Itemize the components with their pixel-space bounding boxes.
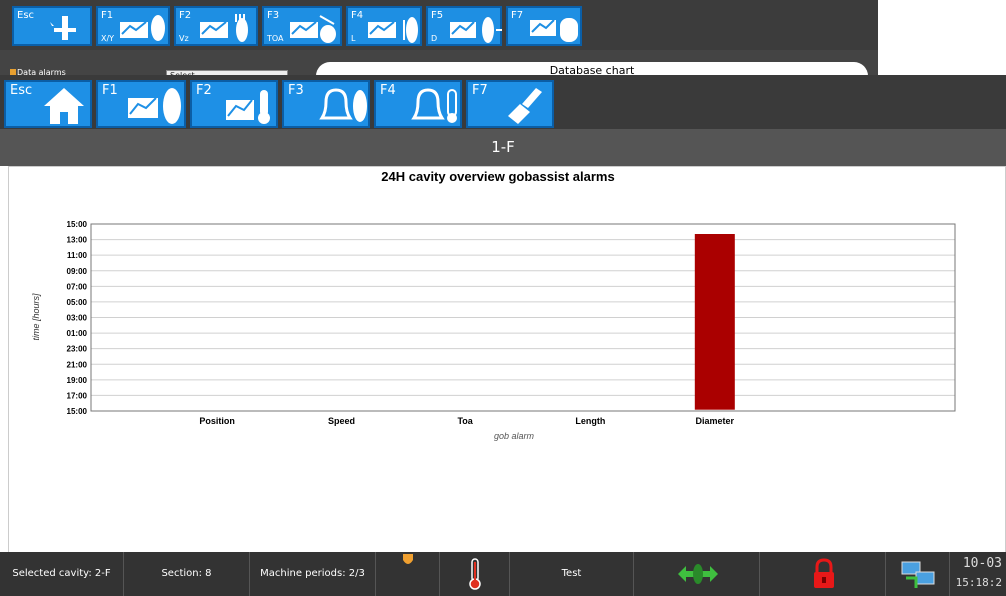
esc-key-label: Esc xyxy=(10,83,33,98)
x-tick-label: Diameter xyxy=(696,416,735,426)
x-axis-label: gob alarm xyxy=(494,431,535,441)
back-f3-label: F3 xyxy=(267,10,280,21)
y-tick-label: 17:00 xyxy=(67,391,88,400)
y-tick-label: 01:00 xyxy=(67,329,88,338)
x-tick-label: Speed xyxy=(328,416,355,426)
back-f2-label: F2 xyxy=(179,10,192,21)
x-tick-label: Length xyxy=(575,416,605,426)
f7-key-label: F7 xyxy=(472,83,488,98)
chart-panel: 24H cavity overview gobassist alarms 15:… xyxy=(8,166,1006,553)
f4-key-label: F4 xyxy=(380,83,396,98)
x-tick-label: Position xyxy=(199,416,235,426)
y-tick-label: 15:00 xyxy=(67,407,88,416)
y-tick-labels: 15:00 17:00 19:00 21:00 23:00 01:00 03:00 05:00… xyxy=(67,220,88,416)
y-tick-label: 19:00 xyxy=(67,376,88,385)
esc-button[interactable]: Esc xyxy=(4,80,92,128)
f7-button[interactable]: F7 xyxy=(466,80,554,128)
y-tick-label: 09:00 xyxy=(67,267,88,276)
back-f1-sub: X/Y xyxy=(101,34,115,43)
alarm-bar[interactable] xyxy=(694,234,735,410)
back-f4-sub: L xyxy=(351,34,356,43)
network-status-cell[interactable] xyxy=(886,552,950,596)
y-tick-label: 23:00 xyxy=(67,345,88,354)
f2-key-label: F2 xyxy=(196,83,212,98)
temperature-status-cell[interactable] xyxy=(440,552,510,596)
transfer-arrows-icon xyxy=(678,564,718,584)
chart-gob-speed-icon xyxy=(200,14,248,42)
alarm-chart: 24H cavity overview gobassist alarms 15:… xyxy=(31,169,956,441)
y-tick-label: 07:00 xyxy=(67,282,88,291)
gob-robot-icon xyxy=(50,16,76,40)
clock-date: 10-03 xyxy=(962,556,1002,571)
window-title: 1-F xyxy=(491,138,515,156)
back-f7-label: F7 xyxy=(511,10,524,21)
chart-gob-diameter-icon xyxy=(450,17,502,43)
y-tick-label: 13:00 xyxy=(67,236,88,245)
back-esc-label: Esc xyxy=(17,10,35,21)
selected-cavity-status[interactable]: Selected cavity: 2-F xyxy=(0,552,124,596)
test-status[interactable]: Test xyxy=(510,552,634,596)
y-axis-label: time [hours] xyxy=(31,293,41,341)
back-f3-button[interactable]: F3 TOA xyxy=(262,6,342,46)
chart-gob-icon xyxy=(128,88,181,124)
f3-key-label: F3 xyxy=(288,83,304,98)
chart-gob-toa-icon xyxy=(290,15,336,43)
back-f2-sub: Vz xyxy=(179,34,189,43)
f4-button[interactable]: F4 xyxy=(374,80,462,128)
bell-thermometer-icon xyxy=(411,88,457,123)
navigation-status-cell[interactable] xyxy=(634,552,760,596)
lock-status-cell[interactable] xyxy=(760,552,886,596)
f2-button[interactable]: F2 xyxy=(190,80,278,128)
chart-gob-icon xyxy=(120,15,165,41)
padlock-icon xyxy=(814,558,834,588)
window-title-bar: 1-F xyxy=(0,129,1006,166)
back-f5-button[interactable]: F5 D xyxy=(426,6,502,46)
bell-gob-icon xyxy=(319,88,367,122)
x-tick-label: Toa xyxy=(457,416,473,426)
f1-button[interactable]: F1 xyxy=(96,80,186,128)
broom-icon xyxy=(508,88,542,124)
gob-status-cell[interactable] xyxy=(376,552,440,596)
chart-database-icon xyxy=(530,18,578,42)
back-f5-label: F5 xyxy=(431,10,444,21)
back-f7-button[interactable]: F7 xyxy=(506,6,582,46)
chart-thermometer-icon xyxy=(226,90,270,124)
back-f1-label: F1 xyxy=(101,10,114,21)
y-tick-label: 05:00 xyxy=(67,298,88,307)
gob-orange-icon xyxy=(403,554,413,564)
network-computers-icon xyxy=(901,561,935,588)
back-f4-label: F4 xyxy=(351,10,364,21)
alarm-bars xyxy=(694,234,735,410)
chart-title: 24H cavity overview gobassist alarms xyxy=(381,169,614,184)
y-tick-label: 11:00 xyxy=(67,251,88,260)
x-tick-labels: Position Speed Toa Length Diameter xyxy=(199,416,734,426)
y-tick-label: 03:00 xyxy=(67,314,88,323)
back-f1-button[interactable]: F1 X/Y xyxy=(96,6,170,46)
chart-gridlines xyxy=(91,239,955,396)
y-tick-label: 15:00 xyxy=(67,220,88,229)
f3-button[interactable]: F3 xyxy=(282,80,370,128)
section-status[interactable]: Section: 8 xyxy=(124,552,250,596)
back-esc-button[interactable]: Esc xyxy=(12,6,92,46)
chart-gob-length-icon xyxy=(368,17,418,43)
back-f5-sub: D xyxy=(431,34,438,43)
back-f4-button[interactable]: F4 L xyxy=(346,6,422,46)
home-icon xyxy=(44,88,84,124)
clock-time: 15:18:2 xyxy=(955,576,1002,589)
back-f2-button[interactable]: F2 Vz xyxy=(174,6,258,46)
y-tick-label: 21:00 xyxy=(67,360,88,369)
clock-cell: 10-03 15:18:2 xyxy=(950,552,1006,596)
thermometer-icon xyxy=(469,558,481,590)
machine-periods-status[interactable]: Machine periods: 2/3 xyxy=(250,552,376,596)
f1-key-label: F1 xyxy=(102,83,118,98)
back-f3-sub: TOA xyxy=(267,34,284,43)
